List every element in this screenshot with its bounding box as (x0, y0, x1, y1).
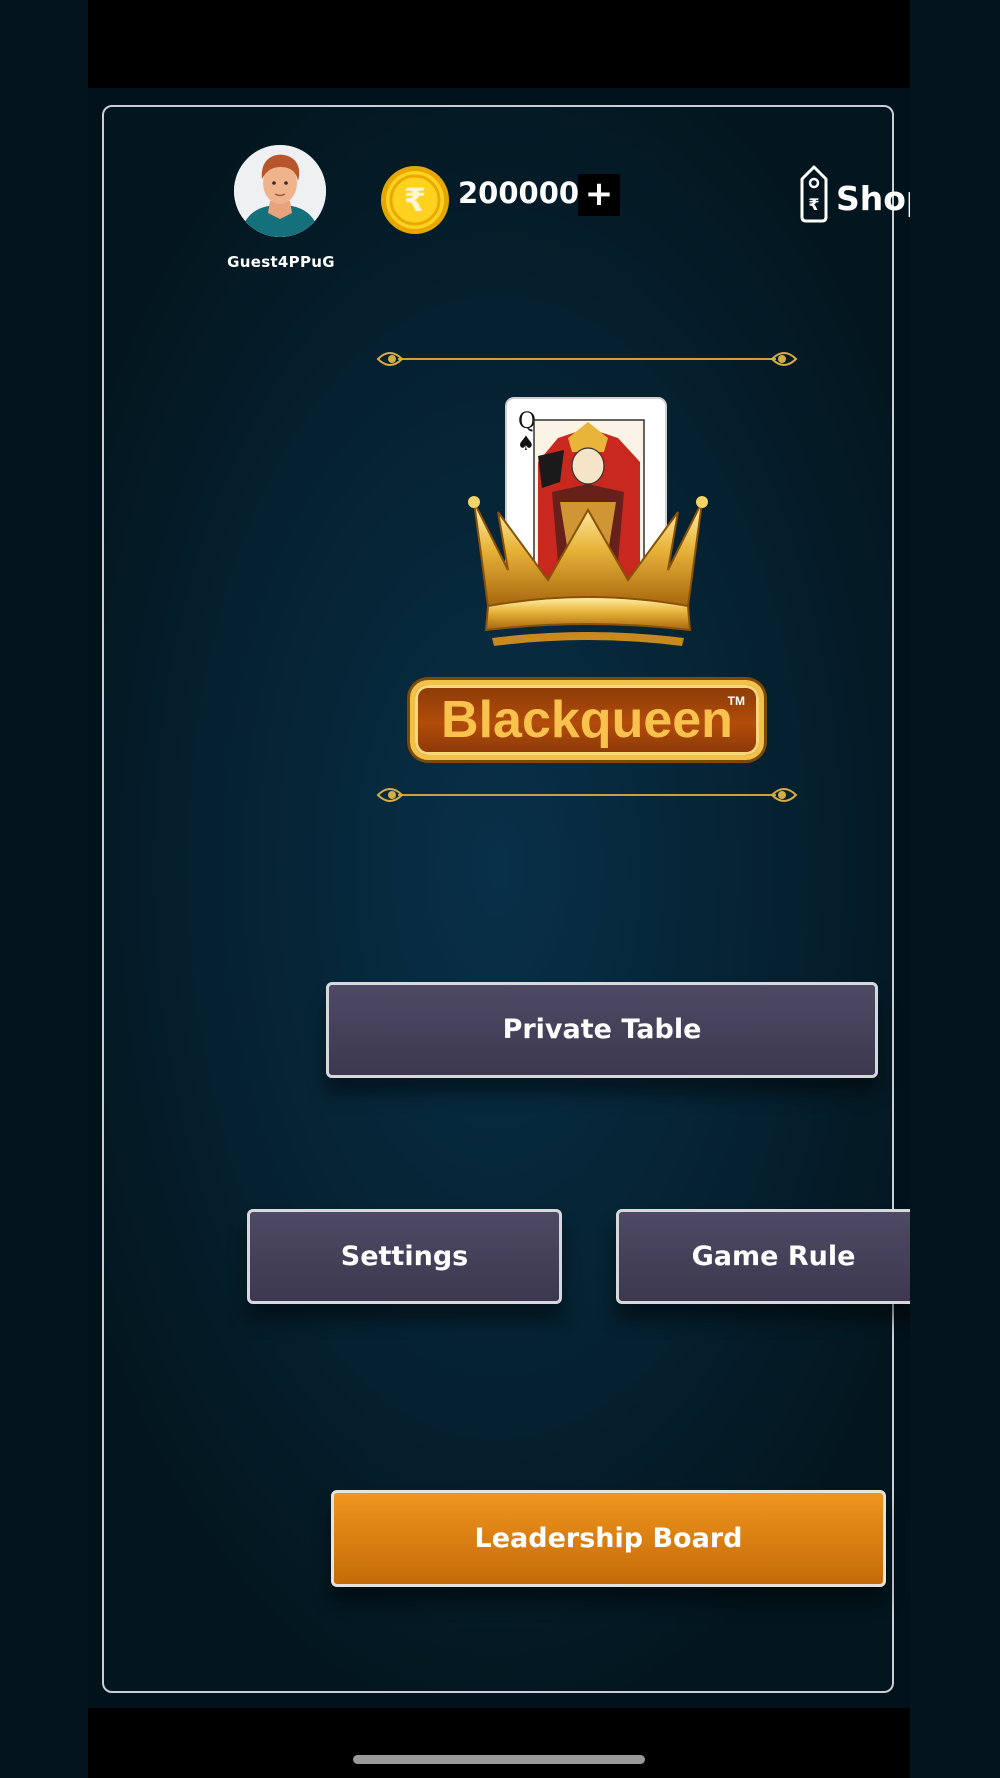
home-indicator[interactable] (353, 1755, 645, 1764)
settings-button[interactable]: Settings (247, 1209, 562, 1304)
navigation-bar (88, 1708, 910, 1778)
avatar[interactable] (234, 145, 326, 237)
svg-text:₹: ₹ (808, 195, 819, 214)
main-panel (102, 105, 894, 1693)
brand-name: Blackqueen (441, 691, 733, 749)
private-table-button[interactable]: Private Table (326, 982, 878, 1078)
leaderboard-button[interactable]: Leadership Board (331, 1490, 886, 1587)
phone-screen: Guest4PPuG ₹ 200000 + ₹ Shop Q (88, 0, 910, 1778)
brand-title: Blackqueen TM (410, 680, 764, 760)
queen-crown-logo: Q ♠ (468, 397, 708, 646)
player-name: Guest4PPuG (227, 253, 335, 271)
status-bar (88, 0, 910, 88)
coin-balance: 200000 (458, 176, 580, 210)
rupee-tag-icon: ₹ (800, 165, 828, 223)
card-suit: ♠ (517, 431, 535, 455)
add-coins-button[interactable]: + (578, 174, 620, 216)
top-flourish-divider (376, 352, 798, 366)
svg-text:₹: ₹ (404, 181, 426, 219)
rupee-coin-icon: ₹ (381, 166, 449, 234)
shop-button[interactable]: ₹ Shop (796, 163, 910, 223)
trademark-mark: TM (727, 694, 745, 708)
game-rule-button[interactable]: Game Rule (616, 1209, 910, 1304)
bottom-flourish-divider (376, 788, 798, 802)
shop-label: Shop (836, 179, 910, 218)
